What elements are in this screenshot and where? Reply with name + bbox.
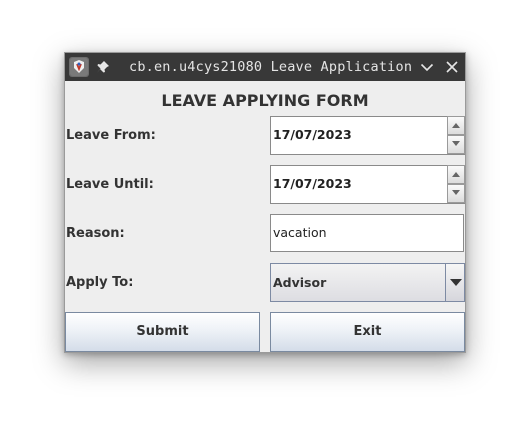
apply-to-selected[interactable]: Advisor <box>273 275 326 290</box>
apply-to-dropdown[interactable]: Advisor <box>270 263 465 302</box>
form-heading: LEAVE APPLYING FORM <box>161 91 369 110</box>
exit-button[interactable]: Exit <box>270 312 465 352</box>
reason-label: Reason: <box>66 226 125 241</box>
chevron-down-icon[interactable] <box>419 59 435 75</box>
leave-until-value[interactable]: 17/07/2023 <box>273 176 352 191</box>
caret-down-icon[interactable] <box>445 263 465 302</box>
leave-from-spin-buttons <box>447 116 465 155</box>
leave-until-spin-buttons <box>447 165 465 204</box>
window-title: cb.en.u4cys21080 Leave Application <box>129 59 413 75</box>
java-app-icon[interactable] <box>69 57 89 77</box>
leave-from-spinner[interactable]: 17/07/2023 <box>270 116 465 155</box>
leave-from-value[interactable]: 17/07/2023 <box>273 127 352 142</box>
reason-value[interactable]: vacation <box>273 225 327 240</box>
reason-input[interactable]: vacation <box>270 214 464 252</box>
apply-to-label: Apply To: <box>66 275 134 290</box>
leave-from-label: Leave From: <box>66 128 156 143</box>
leave-until-spinner[interactable]: 17/07/2023 <box>270 165 465 204</box>
arrow-up-icon[interactable] <box>447 116 465 135</box>
arrow-down-icon[interactable] <box>447 135 465 154</box>
arrow-down-icon[interactable] <box>447 184 465 203</box>
leave-until-label: Leave Until: <box>66 177 154 192</box>
arrow-up-icon[interactable] <box>447 165 465 184</box>
title-bar[interactable]: cb.en.u4cys21080 Leave Application <box>65 53 465 81</box>
close-icon[interactable] <box>444 59 460 75</box>
leave-application-window: cb.en.u4cys21080 Leave Application LEAVE… <box>64 52 466 353</box>
submit-button[interactable]: Submit <box>65 312 260 352</box>
pin-icon[interactable] <box>95 59 111 75</box>
